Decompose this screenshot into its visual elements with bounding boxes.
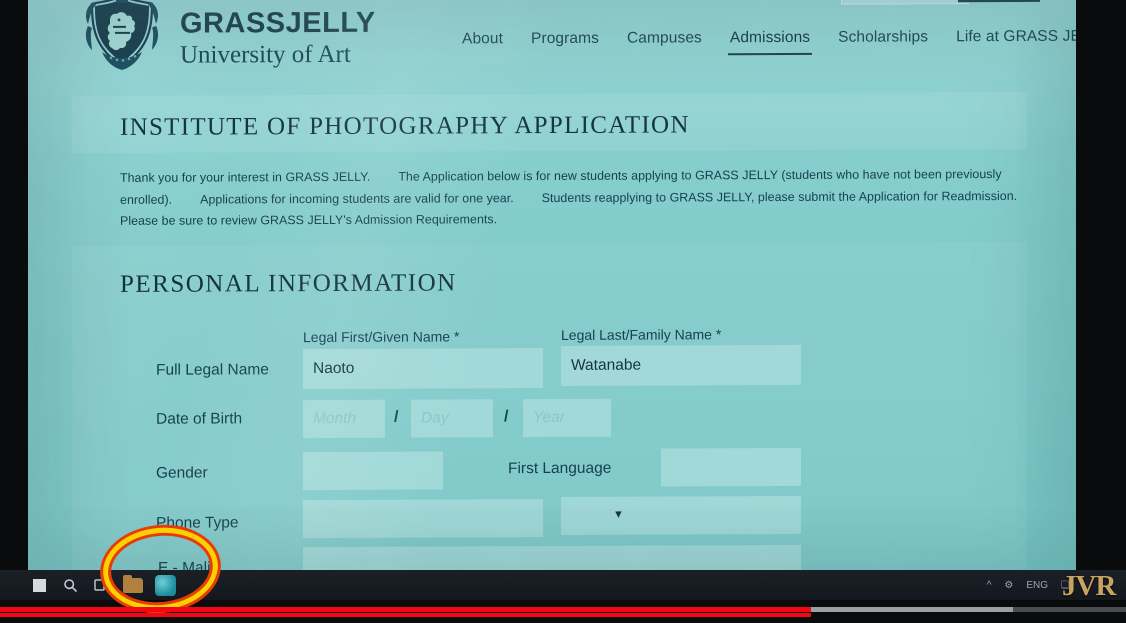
row-label-phone-type: Phone Type <box>156 514 239 532</box>
monitor-screen: GRASSJELLY University of Art About Progr… <box>28 0 1076 590</box>
intro-paragraph: Thank you for your interest in GRASS JEL… <box>120 164 1030 232</box>
search-input[interactable]: Search <box>841 0 969 5</box>
taskbar-icon-group <box>0 574 176 596</box>
row-label-date-of-birth: Date of Birth <box>156 410 243 428</box>
nav-item-campuses[interactable]: Campuses <box>625 27 704 55</box>
input-dob-month[interactable] <box>303 399 385 439</box>
row-label-full-legal-name: Full Legal Name <box>156 361 269 379</box>
site-header: GRASSJELLY University of Art About Progr… <box>28 0 1076 90</box>
photographed-monitor: GRASSJELLY University of Art About Progr… <box>0 0 1126 623</box>
university-crest-shield-lion-icon <box>85 0 159 70</box>
input-dob-day[interactable] <box>411 399 493 438</box>
settings-gear-icon[interactable]: ⚙ <box>1004 580 1013 591</box>
intro-line-3: Applications for incoming students are v… <box>200 190 514 207</box>
page-title: INSTITUTE OF PHOTOGRAPHY APPLICATION <box>120 111 690 141</box>
task-view-icon[interactable] <box>92 576 111 595</box>
input-phone-number[interactable] <box>303 499 543 539</box>
dob-separator-2: / <box>504 408 509 426</box>
input-dob-year[interactable] <box>523 398 611 438</box>
video-progress-accent-line <box>0 613 811 617</box>
video-progress-bar[interactable] <box>0 607 1126 612</box>
file-explorer-icon[interactable] <box>123 574 143 593</box>
input-legal-first-name[interactable] <box>303 348 543 390</box>
intro-line-1: Thank you for your interest in GRASS JEL… <box>120 169 371 185</box>
brand-lockup[interactable]: GRASSJELLY University of Art <box>80 0 376 86</box>
main-navigation: About Programs Campuses Admissions Schol… <box>460 26 1076 57</box>
video-watermark: JVR <box>1062 570 1116 602</box>
browser-icon[interactable] <box>155 574 176 596</box>
show-hidden-icons-chevron-up-icon[interactable]: ^ <box>987 580 992 591</box>
nav-item-admissions[interactable]: Admissions <box>727 26 813 56</box>
start-icon[interactable] <box>30 576 49 595</box>
input-gender[interactable] <box>303 451 443 491</box>
intro-line-5: Please be sure to review GRASS JELLY's A… <box>120 212 498 228</box>
nav-item-programs[interactable]: Programs <box>529 28 601 56</box>
dob-separator-1: / <box>394 408 399 426</box>
row-label-gender: Gender <box>156 464 208 482</box>
row-label-first-language: First Language <box>508 459 612 478</box>
nav-item-life-at-grass-jelly[interactable]: Life at GRASS JELLY <box>954 26 1076 55</box>
nav-item-about[interactable]: About <box>460 28 505 56</box>
nav-item-scholarships[interactable]: Scholarships <box>836 26 930 54</box>
label-legal-first-name: Legal First/Given Name * <box>303 328 460 346</box>
search-icon[interactable] <box>61 576 80 595</box>
windows-taskbar: ^ ⚙ ENG ❑ <box>0 570 1126 600</box>
section-title-personal-information: PERSONAL INFORMATION <box>120 269 457 298</box>
input-legal-last-name[interactable] <box>561 344 801 386</box>
input-first-language[interactable] <box>661 447 801 487</box>
intro-line-4: Students reapplying to GRASS JELLY, plea… <box>541 188 1018 205</box>
brand-subtitle: University of Art <box>180 40 351 69</box>
select-phone-type[interactable] <box>561 495 801 535</box>
brand-name: GRASSJELLY <box>180 7 376 40</box>
label-legal-last-name: Legal Last/Family Name * <box>561 326 722 343</box>
video-progress-played <box>0 607 811 612</box>
apply-now-button[interactable]: APPLY NOW <box>958 0 1040 3</box>
language-indicator[interactable]: ENG <box>1026 580 1048 591</box>
